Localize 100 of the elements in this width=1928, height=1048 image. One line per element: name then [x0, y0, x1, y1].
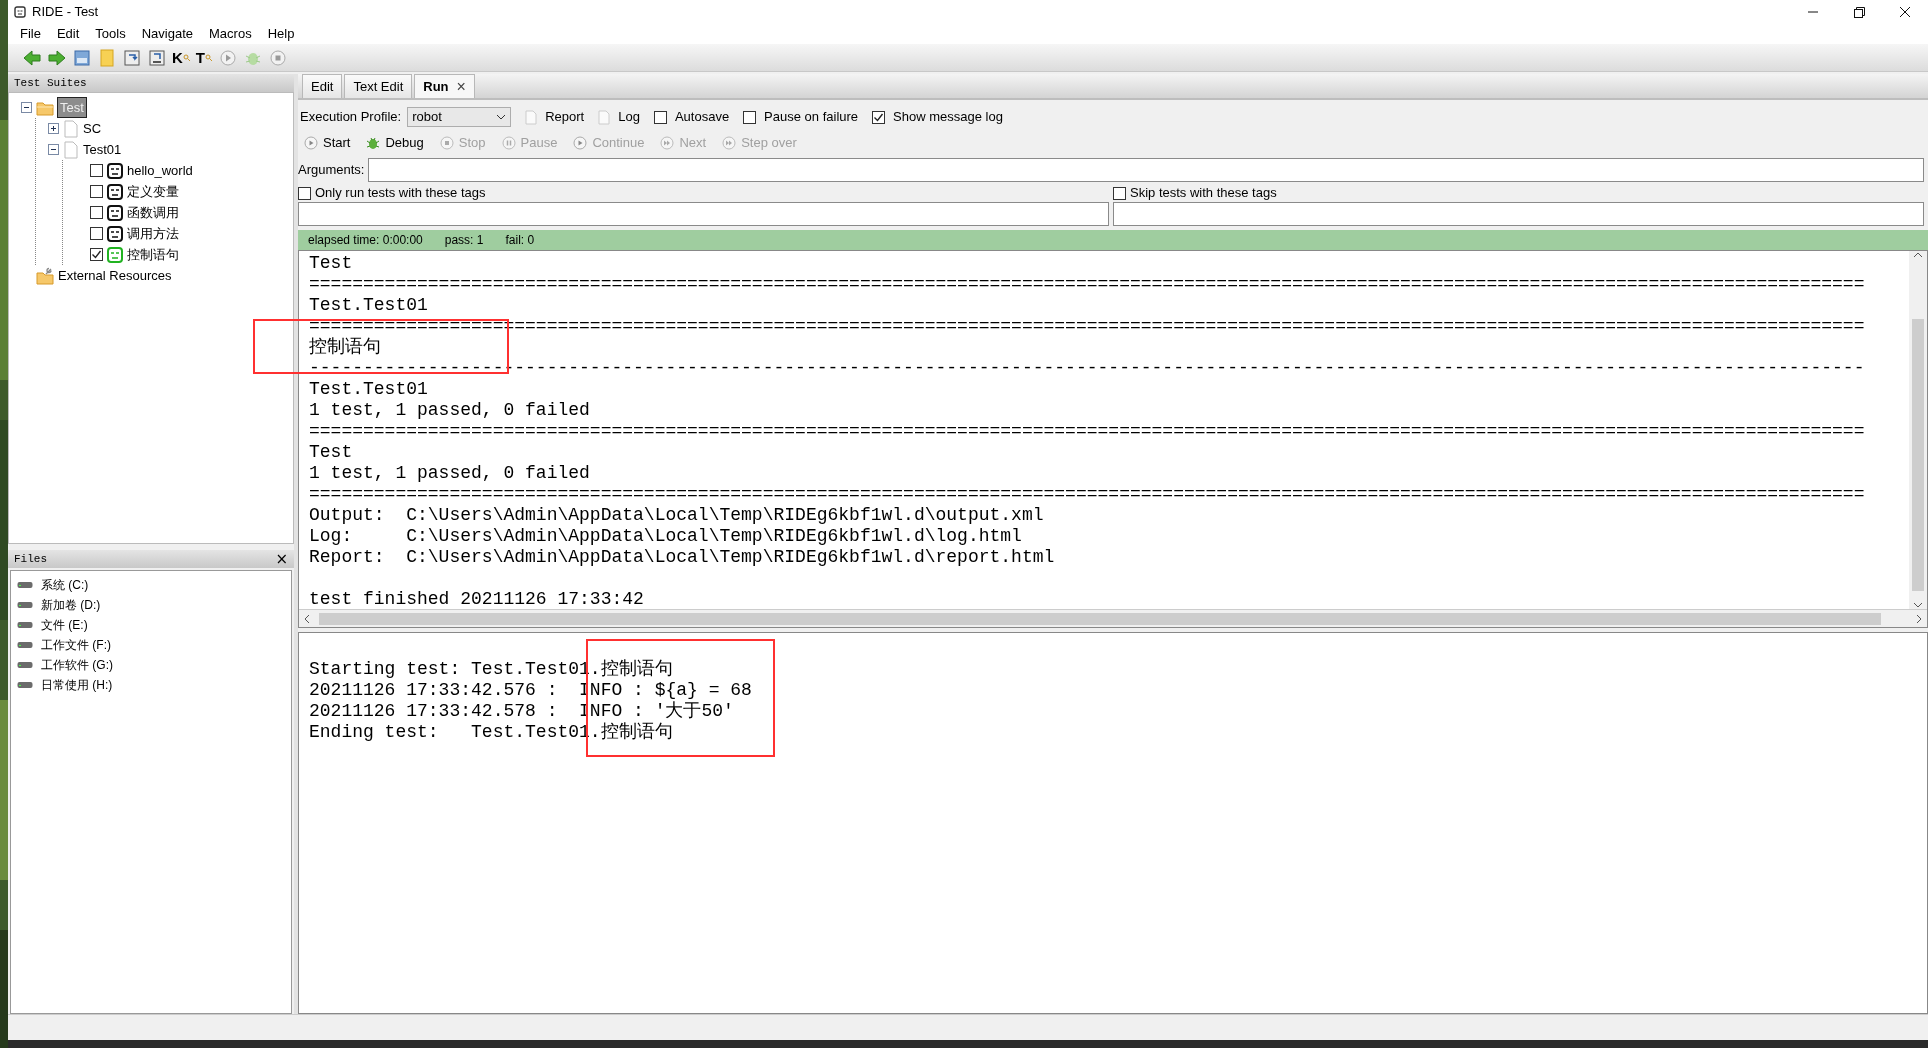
tree-item[interactable]: 控制语句 [127, 244, 179, 265]
tree-item[interactable]: 定义变量 [127, 181, 179, 202]
tree-item[interactable]: SC [83, 118, 102, 139]
arguments-field[interactable] [368, 158, 1924, 182]
run-icon [218, 47, 238, 68]
drive-icon [17, 581, 33, 589]
checkbox[interactable] [298, 186, 311, 200]
run-action-button[interactable]: Start [304, 133, 351, 153]
collapse-icon[interactable] [21, 102, 32, 113]
checkbox[interactable] [90, 206, 103, 219]
horizontal-scrollbar[interactable] [299, 609, 1927, 627]
status-text: elapsed time: 0:00:00 [308, 232, 423, 249]
next-icon [660, 136, 675, 150]
toolbar-button[interactable]: Log [598, 107, 640, 127]
checkbox[interactable] [872, 110, 886, 124]
drive-icon [17, 681, 33, 689]
save-all-icon [147, 47, 167, 68]
back-button[interactable] [22, 47, 42, 68]
run-button[interactable] [218, 47, 238, 68]
drive-item[interactable]: 日常使用 (H:) [41, 676, 113, 694]
menu-item[interactable]: Tools [87, 24, 134, 44]
forward-icon [47, 47, 67, 68]
output-line: ================================================================================================================================================ [309, 484, 1865, 505]
checkbox-label[interactable]: Pause on failure [764, 107, 859, 127]
tab[interactable]: Text Edit [344, 73, 413, 98]
expand-icon[interactable] [48, 123, 59, 134]
play-icon [573, 136, 588, 150]
tree-item[interactable]: External Resources [58, 265, 172, 286]
output-line: ------------------------------------------------------------------------------------------------------------------------------------------------ [309, 358, 1865, 379]
drive-item[interactable]: 工作文件 (F:) [41, 636, 111, 654]
drive-item[interactable]: 新加卷 (D:) [41, 596, 101, 614]
output-line: ================================================================================================================================================ [309, 421, 1865, 442]
menu-item[interactable]: Macros [201, 24, 260, 44]
save-button[interactable] [122, 47, 142, 68]
page-icon [598, 109, 611, 125]
test-search-button[interactable]: T [195, 50, 213, 65]
menu-item[interactable]: Navigate [133, 24, 202, 44]
tree-item[interactable]: 调用方法 [127, 223, 179, 244]
check-icon [873, 111, 885, 123]
tree-item[interactable]: Test01 [83, 139, 122, 160]
menu-item[interactable]: Help [259, 24, 303, 44]
open-icon [72, 47, 92, 68]
checkbox[interactable] [653, 110, 667, 124]
checkbox[interactable] [90, 185, 103, 198]
tags-field[interactable] [298, 202, 1109, 226]
panel-title: Files [14, 551, 47, 567]
drive-item[interactable]: 系统 (C:) [41, 576, 89, 594]
output-line: Test.Test01 [309, 295, 428, 316]
menu-item[interactable]: File [12, 24, 49, 44]
checkbox-label[interactable]: Skip tests with these tags [1130, 183, 1277, 203]
stop-icon [268, 47, 288, 68]
tags-field[interactable] [1113, 202, 1924, 226]
drive-icon [17, 661, 33, 669]
tree-item[interactable]: hello_world [127, 160, 193, 181]
close-button[interactable]: × [275, 547, 288, 571]
next-icon [722, 136, 737, 150]
forward-button[interactable] [47, 47, 67, 68]
checkbox[interactable] [743, 110, 757, 124]
output-line: Test [309, 442, 353, 463]
menu-item[interactable]: Edit [48, 24, 88, 44]
run-action-button[interactable]: Debug [366, 133, 424, 153]
checkbox[interactable] [1113, 186, 1126, 200]
tree-item[interactable]: 函数调用 [127, 202, 179, 223]
output-line: Output: C:\Users\Admin\AppData\Local\Temp\RIDEg6kbf1wl.d\output.xml [309, 505, 1044, 526]
back-icon [22, 47, 42, 68]
page-icon [525, 109, 538, 125]
close-button[interactable]: × [456, 78, 466, 95]
save-all-button[interactable] [147, 47, 167, 68]
output-line: 控制语句 [309, 337, 381, 358]
vertical-scrollbar[interactable] [1909, 251, 1927, 609]
stop-button[interactable] [268, 47, 288, 68]
profile-dropdown[interactable]: robot [407, 107, 512, 127]
robot-icon [14, 6, 26, 18]
checkbox[interactable] [90, 227, 103, 240]
toolbar-button[interactable]: Report [525, 107, 585, 127]
checkbox-label[interactable]: Only run tests with these tags [315, 183, 486, 203]
field-label: Arguments: [298, 161, 365, 180]
drive-item[interactable]: 工作软件 (G:) [41, 656, 113, 674]
keyword-search-button[interactable]: K [172, 50, 191, 65]
magnifier-icon [205, 53, 213, 62]
folder-wrench-icon [36, 266, 54, 285]
status-text: pass: 1 [444, 232, 484, 249]
drive-icon [17, 601, 33, 609]
drive-item[interactable]: 文件 (E:) [41, 616, 88, 634]
output-line: Test [309, 253, 353, 274]
output-line: Log: C:\Users\Admin\AppData\Local\Temp\RIDEg6kbf1wl.d\log.html [309, 526, 1022, 547]
window-title: RIDE - Test [32, 3, 99, 22]
magnifier-icon [182, 53, 191, 62]
document-icon [63, 140, 79, 159]
tab[interactable]: Run × [414, 74, 475, 98]
tab[interactable]: Edit [302, 73, 343, 98]
checkbox-label[interactable]: Show message log [893, 107, 1003, 127]
checkbox[interactable] [90, 248, 103, 261]
collapse-icon[interactable] [48, 144, 59, 155]
output-line: Report: C:\Users\Admin\AppData\Local\Temp\RIDEg6kbf1wl.d\report.html [309, 547, 1055, 568]
checkbox[interactable] [90, 164, 103, 177]
open-button[interactable] [72, 47, 92, 68]
checkbox-label[interactable]: Autosave [674, 107, 730, 127]
output-line: Test.Test01 [309, 379, 428, 400]
document-icon [63, 119, 79, 138]
